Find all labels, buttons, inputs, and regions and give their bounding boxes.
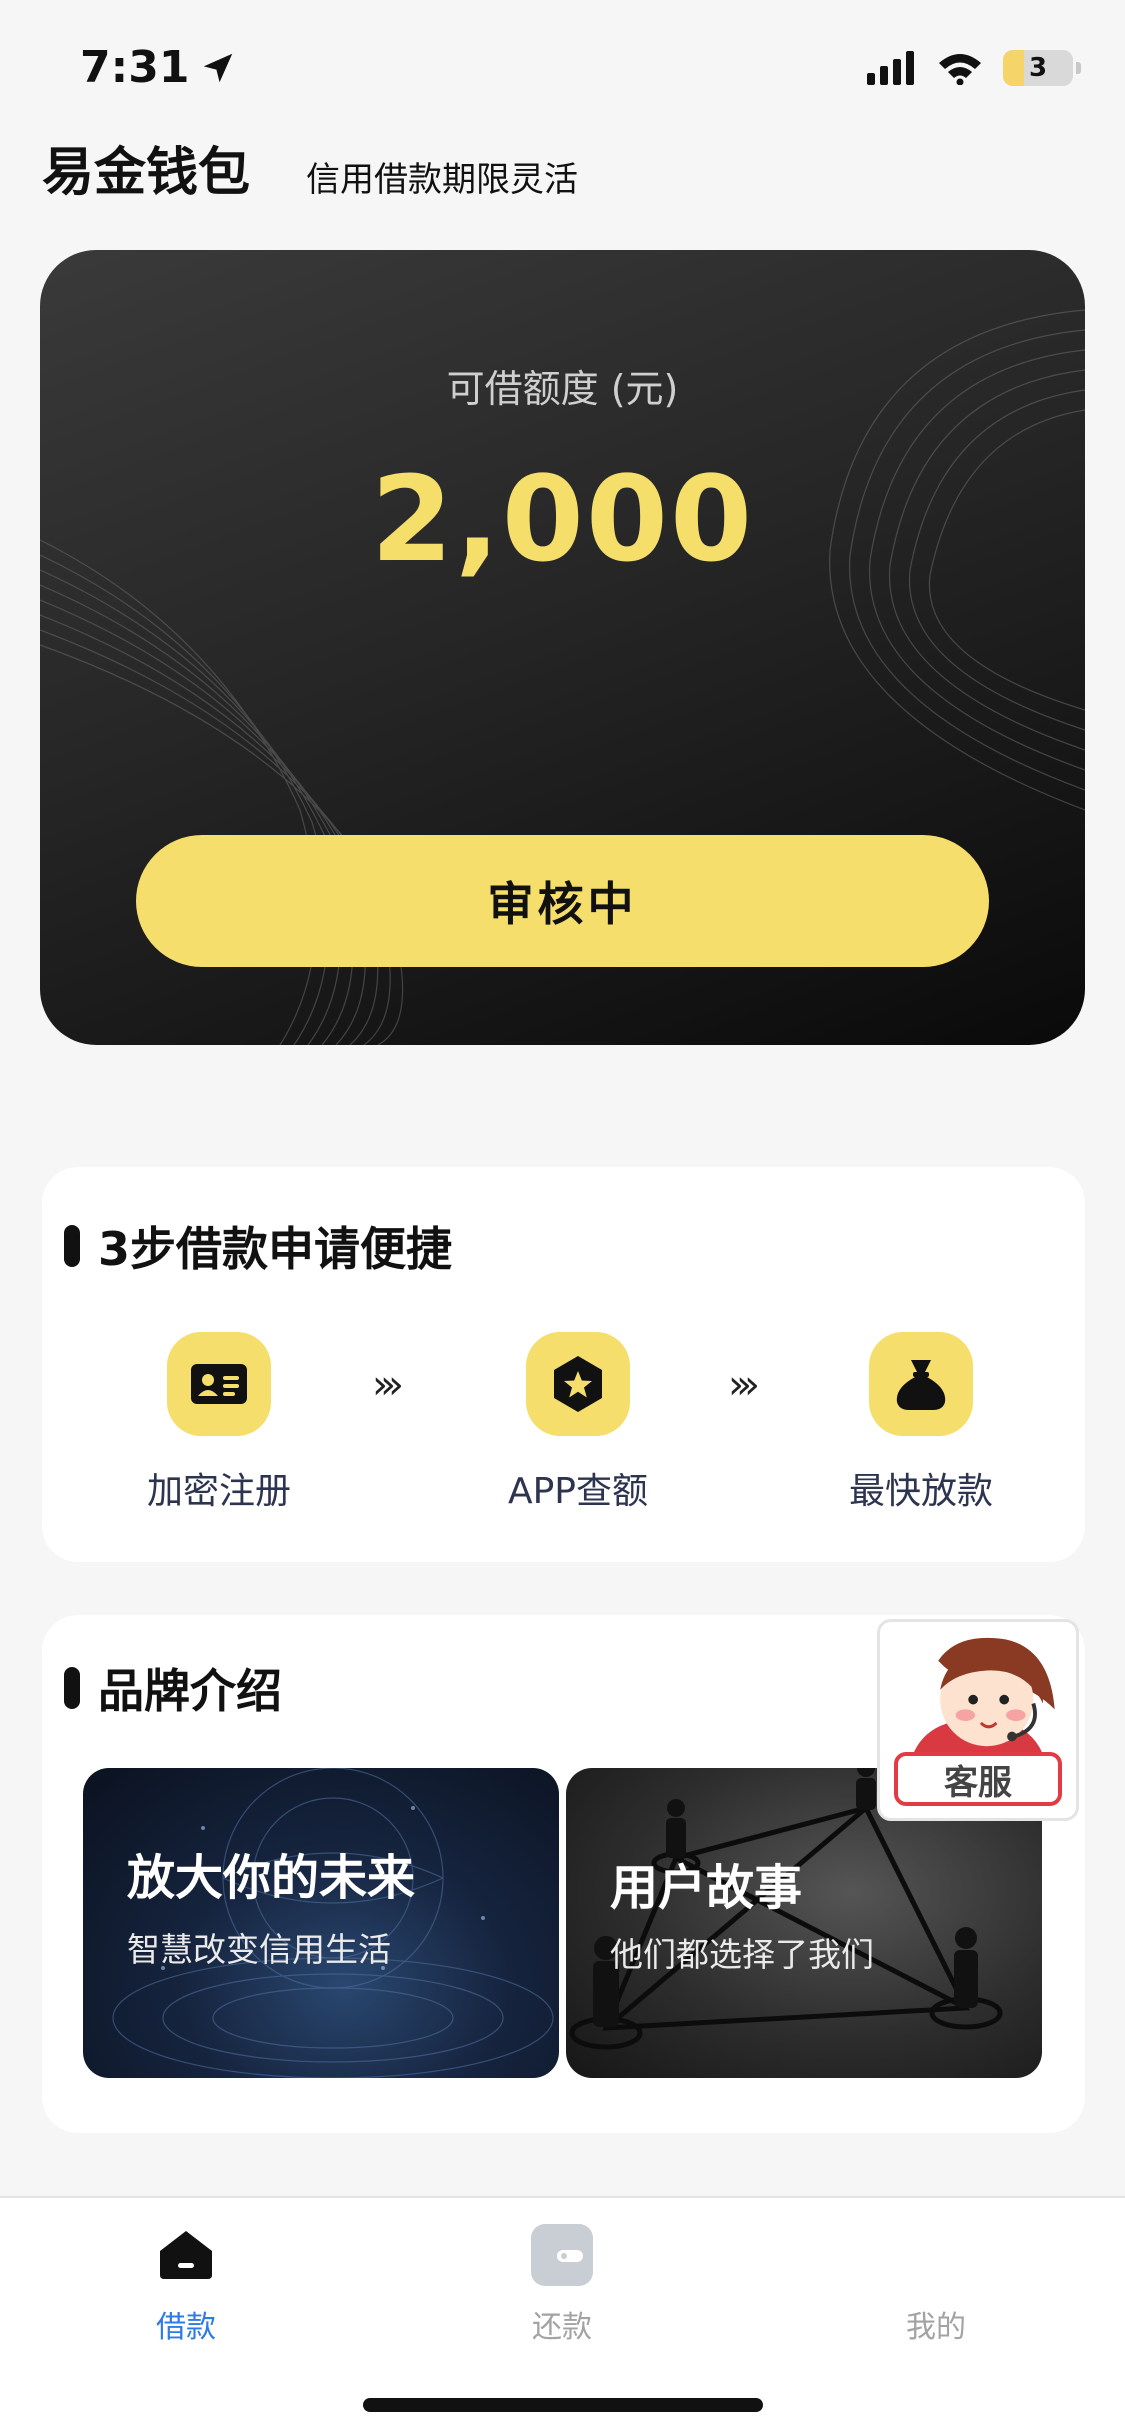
- battery-icon: 3: [1003, 50, 1081, 86]
- tab-borrow[interactable]: 借款: [96, 2222, 276, 2346]
- profile-icon: [903, 2222, 969, 2288]
- money-bag-icon: [869, 1332, 973, 1436]
- app-title: 易金钱包: [42, 143, 251, 203]
- tab-label: 借款: [156, 2310, 216, 2345]
- brand-tile-future[interactable]: 放大你的未来 智慧改变信用生活: [83, 1768, 559, 2078]
- clock-text: 7:31: [80, 42, 190, 93]
- title-accent-bar: [64, 1667, 80, 1709]
- tile-title: 用户故事: [610, 1860, 803, 1916]
- tab-mine[interactable]: 我的: [846, 2222, 1026, 2346]
- steps-title-text: 3步借款申请便捷: [98, 1222, 453, 1276]
- steps-row: 加密注册 ››› APP查额 ››› 最快放款: [42, 1332, 1085, 1522]
- customer-service-button[interactable]: 客服: [877, 1619, 1079, 1821]
- credit-limit-amount: 2,000: [370, 450, 755, 588]
- tile-title: 放大你的未来: [127, 1850, 416, 1906]
- tab-label: 我的: [906, 2310, 966, 2345]
- step-fast-disbursement[interactable]: 最快放款: [821, 1332, 1021, 1514]
- step-label: 加密注册: [146, 1471, 291, 1512]
- status-time: 7:31: [80, 42, 237, 93]
- home-icon: [153, 2222, 219, 2288]
- brand-section-title: 品牌介绍: [64, 1655, 282, 1721]
- step-arrow-icon: ›››: [372, 1362, 404, 1408]
- brand-title-text: 品牌介绍: [98, 1664, 282, 1718]
- wallet-icon: [529, 2222, 595, 2288]
- status-indicators: 3: [867, 50, 1081, 86]
- id-card-icon: [167, 1332, 271, 1436]
- loan-steps-card: 3步借款申请便捷 加密注册 ››› APP查额 ››› 最快放款: [42, 1167, 1085, 1562]
- battery-level: 3: [1028, 53, 1048, 83]
- steps-section-title: 3步借款申请便捷: [64, 1213, 452, 1279]
- location-arrow-icon: [204, 53, 233, 82]
- step-label: APP查额: [507, 1471, 649, 1512]
- customer-service-label: 客服: [894, 1752, 1062, 1806]
- app-slogan: 信用借款期限灵活: [306, 160, 579, 200]
- step-arrow-icon: ›››: [728, 1362, 760, 1408]
- review-status-button[interactable]: 审核中: [136, 835, 989, 967]
- home-indicator: [363, 2398, 763, 2412]
- step-encrypted-register[interactable]: 加密注册: [119, 1332, 319, 1514]
- tab-repay[interactable]: 还款: [472, 2222, 652, 2346]
- app-header: 易金钱包 信用借款期限灵活: [42, 130, 578, 205]
- step-label: 最快放款: [848, 1471, 993, 1512]
- tile-subtitle: 智慧改变信用生活: [127, 1930, 391, 1969]
- title-accent-bar: [64, 1225, 80, 1267]
- tab-label: 还款: [532, 2310, 592, 2345]
- credit-limit-card: 可借额度 (元) 2,000 审核中: [40, 250, 1085, 1045]
- tile-subtitle: 他们都选择了我们: [610, 1935, 874, 1974]
- credit-limit-label: 可借额度 (元): [446, 367, 679, 411]
- step-app-check-limit[interactable]: APP查额: [478, 1332, 678, 1514]
- wifi-icon: [939, 54, 981, 85]
- cellular-signal-icon: [867, 51, 914, 85]
- status-bar: 7:31 3: [0, 0, 1125, 140]
- star-badge-icon: [526, 1332, 630, 1436]
